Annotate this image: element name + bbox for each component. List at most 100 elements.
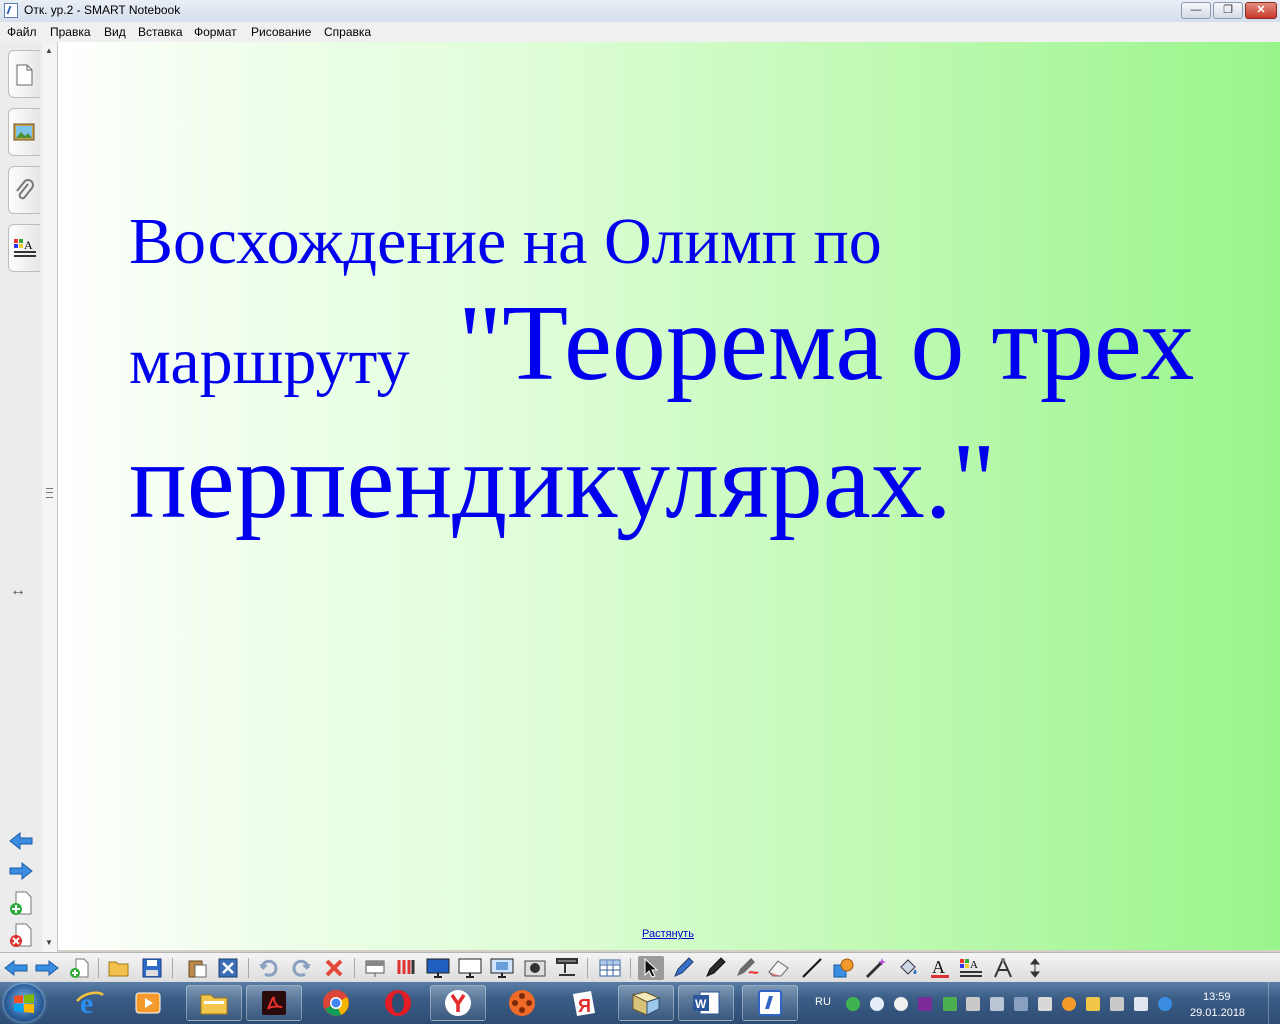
delete-page-icon[interactable] [8,922,34,948]
panel-splitter[interactable]: ▲ ▼ [42,42,58,952]
clock-time[interactable]: 13:59 [1203,991,1231,1003]
tray-onenote-icon[interactable] [918,997,932,1011]
slide-canvas[interactable]: Восхождение на Олимп по маршруту "Теорем… [58,42,1280,950]
toolbar-line-icon[interactable] [799,956,825,980]
stretch-page-link[interactable]: Растянуть [642,928,694,940]
taskbar-media-center[interactable] [494,985,550,1021]
toolbar-text-icon[interactable]: A [927,956,953,980]
toolbar-paste-icon[interactable] [184,956,210,980]
taskbar: e Я W RU 13:59 29.01.2018 [0,982,1280,1024]
taskbar-opera[interactable] [370,985,426,1021]
smart-notebook-icon [758,990,782,1016]
toolbar-redo-icon[interactable] [288,956,314,980]
toolbar-magic-wand-icon[interactable] [863,956,889,980]
attachments-tab[interactable] [8,166,40,214]
slide-title-line-3[interactable]: перпендикулярах." [129,420,996,544]
taskbar-chrome[interactable] [308,985,364,1021]
panel-resize-icon[interactable]: ↔ [10,582,26,600]
toolbar-add-page-icon[interactable] [66,956,92,980]
toolbar-pen-icon[interactable] [670,956,696,980]
gallery-tab[interactable] [8,108,40,156]
tray-flag-icon[interactable] [1038,997,1052,1011]
page-sorter-icon [16,64,33,86]
tray-speaker-icon[interactable] [1110,997,1124,1011]
tray-usb-icon[interactable] [1014,997,1028,1011]
toolbar-blank-screen-icon[interactable] [457,956,483,980]
toolbar-magic-pen-icon[interactable] [734,956,760,980]
next-page-icon[interactable] [8,858,34,884]
tray-sync-icon[interactable] [870,997,884,1011]
tray-nvidia-icon[interactable] [943,997,957,1011]
previous-page-icon[interactable] [8,828,34,854]
minimize-button[interactable]: — [1181,2,1211,19]
toolbar-select-icon[interactable] [638,956,664,980]
toolbar-eraser-icon[interactable] [766,956,792,980]
menu-insert[interactable]: Вставка [138,25,183,39]
menu-help[interactable]: Справка [324,25,371,39]
add-page-icon[interactable] [8,890,34,916]
toolbar-properties-icon[interactable]: A [958,956,984,980]
toolbar-creative-pen-icon[interactable] [702,956,728,980]
tray-volume-icon[interactable] [966,997,980,1011]
taskbar-acrobat[interactable] [246,985,302,1021]
language-indicator[interactable]: RU [815,996,831,1008]
toolbar-move-toolbar-icon[interactable] [1022,956,1048,980]
tray-battery-icon[interactable] [1086,997,1100,1011]
toolbar-fill-icon[interactable] [895,956,921,980]
tray-app-icon[interactable] [894,997,908,1011]
toolbar-delete-icon[interactable] [321,956,347,980]
window-title: Отк. ур.2 - SMART Notebook [24,3,181,17]
toolbar-table-icon[interactable] [597,956,623,980]
svg-text:W: W [695,997,707,1011]
slide-title-line-2-prefix[interactable]: маршруту [129,324,410,400]
start-button[interactable] [4,984,44,1022]
taskbar-smart-notebook[interactable] [742,985,798,1021]
taskbar-notebook-app[interactable] [618,985,674,1021]
slide-title-line-1[interactable]: Восхождение на Олимп по [129,204,882,280]
restore-button[interactable]: ❐ [1213,2,1243,19]
toolbar-previous-page-icon[interactable] [3,956,29,980]
menu-view[interactable]: Вид [104,25,126,39]
page-sorter-tab[interactable] [8,50,40,98]
toolbar-next-page-icon[interactable] [34,956,60,980]
toolbar-screen-shade-icon[interactable] [362,956,388,980]
splitter-grip-icon[interactable] [46,488,53,498]
taskbar-internet-explorer[interactable]: e [62,985,118,1021]
close-button[interactable]: ✕ [1245,2,1277,19]
menu-file[interactable]: Файл [7,25,37,39]
svg-text:e: e [80,987,93,1019]
tray-update-icon[interactable] [1062,997,1076,1011]
tray-network-icon[interactable] [846,997,860,1011]
toolbar-camera-icon[interactable] [522,956,548,980]
slide-title-line-2[interactable]: "Теорема о трех [458,282,1194,406]
toolbar-undo-icon[interactable] [256,956,282,980]
menu-format[interactable]: Формат [194,25,237,39]
scroll-up-icon[interactable]: ▲ [45,46,53,55]
clock-date[interactable]: 29.01.2018 [1190,1007,1245,1019]
taskbar-file-explorer[interactable] [186,985,242,1021]
tray-display-icon[interactable] [1134,997,1148,1011]
toolbar-save-icon[interactable] [139,956,165,980]
taskbar-media-player[interactable] [120,985,176,1021]
properties-tab[interactable]: A [8,224,40,272]
toolbar-full-screen-icon[interactable] [215,956,241,980]
taskbar-yandex[interactable]: Я [556,985,612,1021]
title-bar: Отк. ур.2 - SMART Notebook — ❐ ✕ [0,0,1280,23]
toolbar-measure-icon[interactable] [990,956,1016,980]
windows-logo-icon [14,994,34,1013]
scroll-down-icon[interactable]: ▼ [45,938,53,947]
toolbar-capture-icon[interactable] [489,956,515,980]
taskbar-word[interactable]: W [678,985,734,1021]
tray-device-icon[interactable] [990,997,1004,1011]
toolbar-pen-tray-icon[interactable] [393,956,419,980]
menu-draw[interactable]: Рисование [251,25,311,39]
toolbar-document-camera-icon[interactable] [554,956,580,980]
taskbar-yandex-browser[interactable] [430,985,486,1021]
toolbar-open-icon[interactable] [106,956,132,980]
toolbar-shapes-icon[interactable] [831,956,857,980]
show-desktop-button[interactable] [1268,982,1280,1024]
tray-globe-icon[interactable] [1158,997,1172,1011]
svg-text:A: A [932,957,945,977]
menu-edit[interactable]: Правка [50,25,91,39]
toolbar-display-icon[interactable] [425,956,451,980]
